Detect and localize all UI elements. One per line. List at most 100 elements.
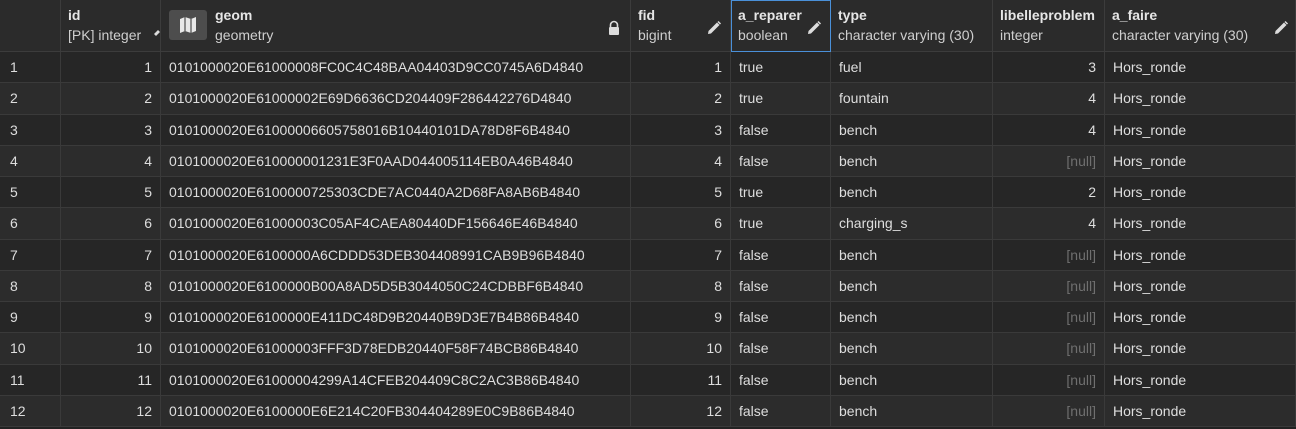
cell-fid[interactable]: 1 [631, 52, 731, 84]
row-number[interactable]: 2 [0, 83, 61, 115]
pencil-icon[interactable] [806, 20, 822, 36]
cell-type[interactable]: bench [831, 302, 993, 334]
cell-a-faire[interactable]: Hors_ronde [1105, 114, 1296, 146]
cell-libelleproblem[interactable]: [null] [993, 270, 1105, 302]
cell-fid[interactable]: 7 [631, 239, 731, 271]
row-number[interactable]: 1 [0, 52, 61, 84]
row-number[interactable]: 4 [0, 145, 61, 177]
cell-id[interactable]: 12 [61, 395, 161, 427]
cell-a-reparer[interactable]: false [731, 302, 831, 334]
cell-type[interactable]: bench [831, 145, 993, 177]
cell-id[interactable]: 3 [61, 114, 161, 146]
cell-type[interactable]: fuel [831, 52, 993, 84]
cell-geom[interactable]: 0101000020E6100000725303CDE7AC0440A2D68F… [161, 177, 631, 209]
cell-geom[interactable]: 0101000020E61000004299A14CFEB204409C8C2A… [161, 364, 631, 396]
pencil-icon[interactable] [1273, 20, 1289, 36]
row-number[interactable]: 11 [0, 364, 61, 396]
cell-libelleproblem[interactable]: [null] [993, 145, 1105, 177]
column-header-geom[interactable]: geom geometry [161, 0, 631, 52]
cell-a-reparer[interactable]: false [731, 239, 831, 271]
cell-a-reparer[interactable]: true [731, 52, 831, 84]
cell-geom[interactable]: 0101000020E61000002E69D6636CD204409F2864… [161, 83, 631, 115]
cell-fid[interactable]: 8 [631, 270, 731, 302]
cell-a-reparer[interactable]: true [731, 208, 831, 240]
pencil-icon[interactable] [154, 20, 160, 36]
cell-a-reparer[interactable]: false [731, 145, 831, 177]
cell-a-reparer[interactable]: true [731, 177, 831, 209]
cell-libelleproblem[interactable]: 4 [993, 208, 1105, 240]
cell-fid[interactable]: 4 [631, 145, 731, 177]
cell-geom[interactable]: 0101000020E6100000A6CDDD53DEB304408991CA… [161, 239, 631, 271]
cell-a-reparer[interactable]: false [731, 364, 831, 396]
cell-id[interactable]: 10 [61, 333, 161, 365]
cell-a-faire[interactable]: Hors_ronde [1105, 177, 1296, 209]
cell-geom[interactable]: 0101000020E6100000E411DC48D9B20440B9D3E7… [161, 302, 631, 334]
cell-libelleproblem[interactable]: [null] [993, 364, 1105, 396]
cell-libelleproblem[interactable]: 4 [993, 83, 1105, 115]
cell-a-faire[interactable]: Hors_ronde [1105, 239, 1296, 271]
cell-a-faire[interactable]: Hors_ronde [1105, 52, 1296, 84]
row-number[interactable]: 3 [0, 114, 61, 146]
cell-libelleproblem[interactable]: [null] [993, 239, 1105, 271]
cell-fid[interactable]: 3 [631, 114, 731, 146]
cell-libelleproblem[interactable]: [null] [993, 302, 1105, 334]
cell-id[interactable]: 2 [61, 83, 161, 115]
row-number[interactable]: 7 [0, 239, 61, 271]
cell-libelleproblem[interactable]: [null] [993, 395, 1105, 427]
cell-id[interactable]: 4 [61, 145, 161, 177]
cell-a-reparer[interactable]: false [731, 333, 831, 365]
cell-libelleproblem[interactable]: 4 [993, 114, 1105, 146]
column-header-fid[interactable]: fid bigint [631, 0, 731, 52]
cell-geom[interactable]: 0101000020E610000001231E3F0AAD044005114E… [161, 145, 631, 177]
cell-fid[interactable]: 11 [631, 364, 731, 396]
cell-geom[interactable]: 0101000020E61000006605758016B10440101DA7… [161, 114, 631, 146]
cell-type[interactable]: bench [831, 333, 993, 365]
cell-type[interactable]: bench [831, 364, 993, 396]
cell-id[interactable]: 1 [61, 52, 161, 84]
column-header-type[interactable]: type character varying (30) [831, 0, 993, 52]
cell-fid[interactable]: 5 [631, 177, 731, 209]
cell-fid[interactable]: 10 [631, 333, 731, 365]
cell-id[interactable]: 7 [61, 239, 161, 271]
cell-a-faire[interactable]: Hors_ronde [1105, 364, 1296, 396]
header-corner[interactable] [0, 0, 61, 52]
cell-geom[interactable]: 0101000020E61000003C05AF4CAEA80440DF1566… [161, 208, 631, 240]
cell-type[interactable]: fountain [831, 83, 993, 115]
column-header-id[interactable]: id [PK] integer [61, 0, 161, 52]
cell-type[interactable]: bench [831, 270, 993, 302]
cell-id[interactable]: 9 [61, 302, 161, 334]
cell-a-faire[interactable]: Hors_ronde [1105, 145, 1296, 177]
cell-fid[interactable]: 9 [631, 302, 731, 334]
cell-libelleproblem[interactable]: 3 [993, 52, 1105, 84]
cell-a-faire[interactable]: Hors_ronde [1105, 395, 1296, 427]
column-header-a-reparer[interactable]: a_reparer boolean [731, 0, 831, 52]
cell-a-faire[interactable]: Hors_ronde [1105, 302, 1296, 334]
cell-a-faire[interactable]: Hors_ronde [1105, 83, 1296, 115]
cell-geom[interactable]: 0101000020E61000003FFF3D78EDB20440F58F74… [161, 333, 631, 365]
view-map-button[interactable] [169, 10, 207, 40]
cell-fid[interactable]: 2 [631, 83, 731, 115]
row-number[interactable]: 12 [0, 395, 61, 427]
cell-id[interactable]: 11 [61, 364, 161, 396]
column-header-a-faire[interactable]: a_faire character varying (30) [1105, 0, 1296, 52]
cell-fid[interactable]: 6 [631, 208, 731, 240]
cell-type[interactable]: charging_s [831, 208, 993, 240]
cell-a-faire[interactable]: Hors_ronde [1105, 208, 1296, 240]
row-number[interactable]: 8 [0, 270, 61, 302]
column-header-libelleproblem[interactable]: libelleproblem integer [993, 0, 1105, 52]
cell-id[interactable]: 6 [61, 208, 161, 240]
pencil-icon[interactable] [706, 20, 722, 36]
cell-a-reparer[interactable]: false [731, 114, 831, 146]
cell-geom[interactable]: 0101000020E61000008FC0C4C48BAA04403D9CC0… [161, 52, 631, 84]
cell-id[interactable]: 5 [61, 177, 161, 209]
cell-type[interactable]: bench [831, 114, 993, 146]
row-number[interactable]: 5 [0, 177, 61, 209]
row-number[interactable]: 10 [0, 333, 61, 365]
cell-type[interactable]: bench [831, 395, 993, 427]
cell-geom[interactable]: 0101000020E6100000B00A8AD5D5B3044050C24C… [161, 270, 631, 302]
cell-a-reparer[interactable]: true [731, 83, 831, 115]
cell-geom[interactable]: 0101000020E6100000E6E214C20FB304404289E0… [161, 395, 631, 427]
cell-a-reparer[interactable]: false [731, 395, 831, 427]
row-number[interactable]: 6 [0, 208, 61, 240]
cell-type[interactable]: bench [831, 177, 993, 209]
